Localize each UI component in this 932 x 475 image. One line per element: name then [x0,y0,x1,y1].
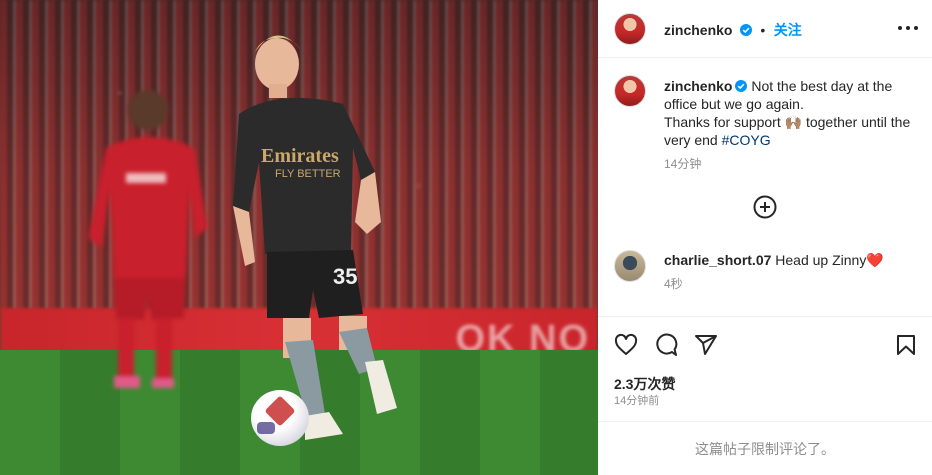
svg-text:35: 35 [333,264,357,289]
heart-emoji: ❤️ [866,252,884,268]
svg-text:Emirates: Emirates [261,145,339,167]
post-photo: OK NO Emirates FLY BETTER 35 [0,0,598,475]
caption-text-2: Thanks for support [664,114,785,130]
post-header: zinchenko • 关注 [598,0,932,58]
caption-avatar[interactable] [614,75,646,107]
follow-button[interactable]: 关注 [774,22,802,38]
main-player: Emirates FLY BETTER 35 [233,35,397,440]
comment-icon[interactable] [654,333,678,357]
plus-circle-icon[interactable] [753,195,777,219]
commenter-username[interactable]: charlie_short.07 [664,252,771,268]
bookmark-icon[interactable] [894,333,918,357]
comments-limited-notice: 这篇帖子限制评论了。 [598,421,932,475]
post-actions: 2.3万次赞 14分钟前 [598,316,932,421]
raised-hands-emoji: 🙌🏽 [784,114,803,130]
verified-badge-icon [735,80,748,92]
send-icon[interactable] [694,333,718,357]
more-options-icon[interactable] [898,18,918,38]
background-player [88,90,208,388]
avatar[interactable] [614,13,646,45]
comment: charlie_short.07 Head up Zinny❤️ 4秒 [664,251,914,293]
post-sidebar: zinchenko • 关注 zinchenko Not the best da… [598,0,932,475]
comment-text: Head up Zinny [775,252,867,268]
username-link[interactable]: zinchenko [664,22,732,38]
verified-badge-icon [739,24,752,36]
likes-count[interactable]: 2.3万次赞 [614,374,675,394]
post-caption: zinchenko Not the best day at the office… [664,77,914,173]
svg-text:FLY BETTER: FLY BETTER [275,168,341,180]
comment-time: 4秒 [664,277,683,291]
header-user: zinchenko • 关注 [664,20,802,40]
caption-time: 14分钟 [664,157,702,171]
commenter-avatar[interactable] [614,250,646,282]
heart-icon[interactable] [614,333,638,357]
separator-dot: • [760,22,766,38]
post-time: 14分钟前 [614,395,660,407]
caption-username[interactable]: zinchenko [664,78,732,94]
football [251,390,309,446]
hashtag-link[interactable]: #COYG [722,132,771,148]
